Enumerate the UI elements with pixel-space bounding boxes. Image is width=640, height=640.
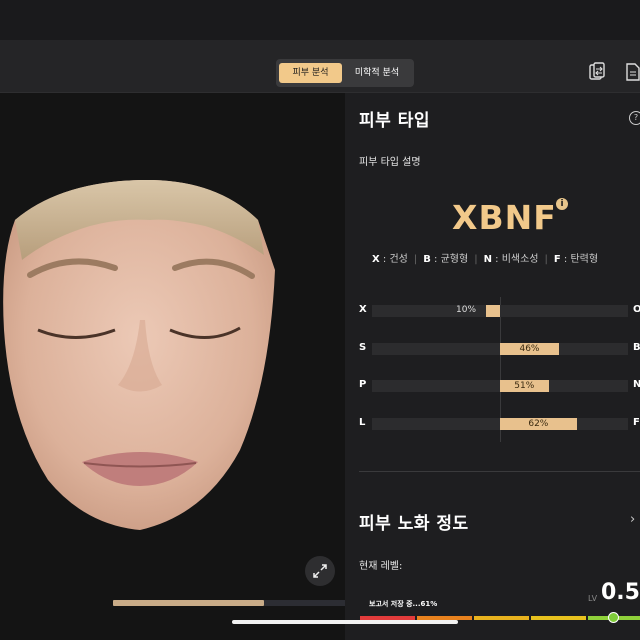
legend-text: 균형형 bbox=[440, 254, 469, 265]
legend-key: B bbox=[423, 254, 431, 265]
bar-track: 10% bbox=[372, 305, 628, 317]
aging-title: 피부 노화 정도 bbox=[359, 514, 469, 534]
save-progress-fill bbox=[113, 600, 264, 606]
skin-type-legend: X : 건성 | B : 균형형 | N : 비색소성 | F : 탄력형 bbox=[372, 254, 599, 265]
face-3d-model[interactable] bbox=[0, 180, 275, 532]
aging-level-marker bbox=[608, 612, 619, 623]
saving-status: 보고서 저장 중...61% bbox=[369, 600, 438, 608]
bar-right-label: B bbox=[633, 342, 640, 353]
skin-type-description-label: 피부 타입 설명 bbox=[359, 157, 421, 168]
bar-right-label: O bbox=[633, 304, 640, 315]
legend-text: 비색소성 bbox=[501, 254, 539, 265]
bar-track: 62% bbox=[372, 418, 628, 430]
bar-fill: 62% bbox=[500, 418, 577, 430]
bar-value-label: 10% bbox=[456, 305, 477, 315]
skin-type-code: XBNF bbox=[452, 198, 557, 237]
legend-text: 건성 bbox=[389, 254, 408, 265]
help-icon[interactable]: ? bbox=[629, 111, 640, 125]
bar-fill: 46% bbox=[500, 343, 559, 355]
bar-right-label: N bbox=[633, 379, 640, 390]
aging-scale-segment bbox=[531, 616, 586, 620]
home-indicator bbox=[232, 620, 458, 624]
legend-key: N bbox=[483, 254, 492, 265]
bar-fill bbox=[486, 305, 500, 317]
bar-left-label: X bbox=[359, 304, 367, 315]
bar-left-label: P bbox=[359, 379, 367, 390]
legend-key: F bbox=[553, 254, 561, 265]
section-divider bbox=[359, 471, 640, 472]
compare-icon[interactable] bbox=[588, 62, 606, 82]
tab-skin-analysis[interactable]: 피부 분석 bbox=[279, 63, 342, 83]
chevron-right-icon[interactable]: › bbox=[630, 512, 635, 527]
aging-scale-segment bbox=[474, 616, 529, 620]
expand-icon[interactable] bbox=[305, 556, 335, 586]
bar-track: 46% bbox=[372, 343, 628, 355]
status-bar bbox=[0, 0, 640, 40]
bar-left-label: S bbox=[359, 342, 367, 353]
skin-type-title: 피부 타입 bbox=[359, 111, 430, 131]
analysis-segment-control: 피부 분석 미학적 분석 bbox=[276, 59, 414, 87]
legend-key: X bbox=[372, 254, 380, 265]
tab-aesthetic-analysis[interactable]: 미학적 분석 bbox=[344, 63, 410, 83]
current-level-label: 현재 레벨: bbox=[359, 561, 403, 572]
info-icon[interactable]: i bbox=[556, 198, 568, 210]
bar-left-label: L bbox=[359, 417, 366, 428]
save-progress-bar bbox=[113, 600, 360, 606]
report-icon[interactable] bbox=[624, 62, 640, 82]
lv-prefix: LV bbox=[588, 594, 598, 603]
bar-right-label: F bbox=[633, 417, 640, 428]
bar-fill: 51% bbox=[500, 380, 549, 392]
bar-track: 51% bbox=[372, 380, 628, 392]
aging-level-value: 0.5 bbox=[601, 580, 640, 605]
legend-text: 탄력형 bbox=[570, 254, 599, 265]
